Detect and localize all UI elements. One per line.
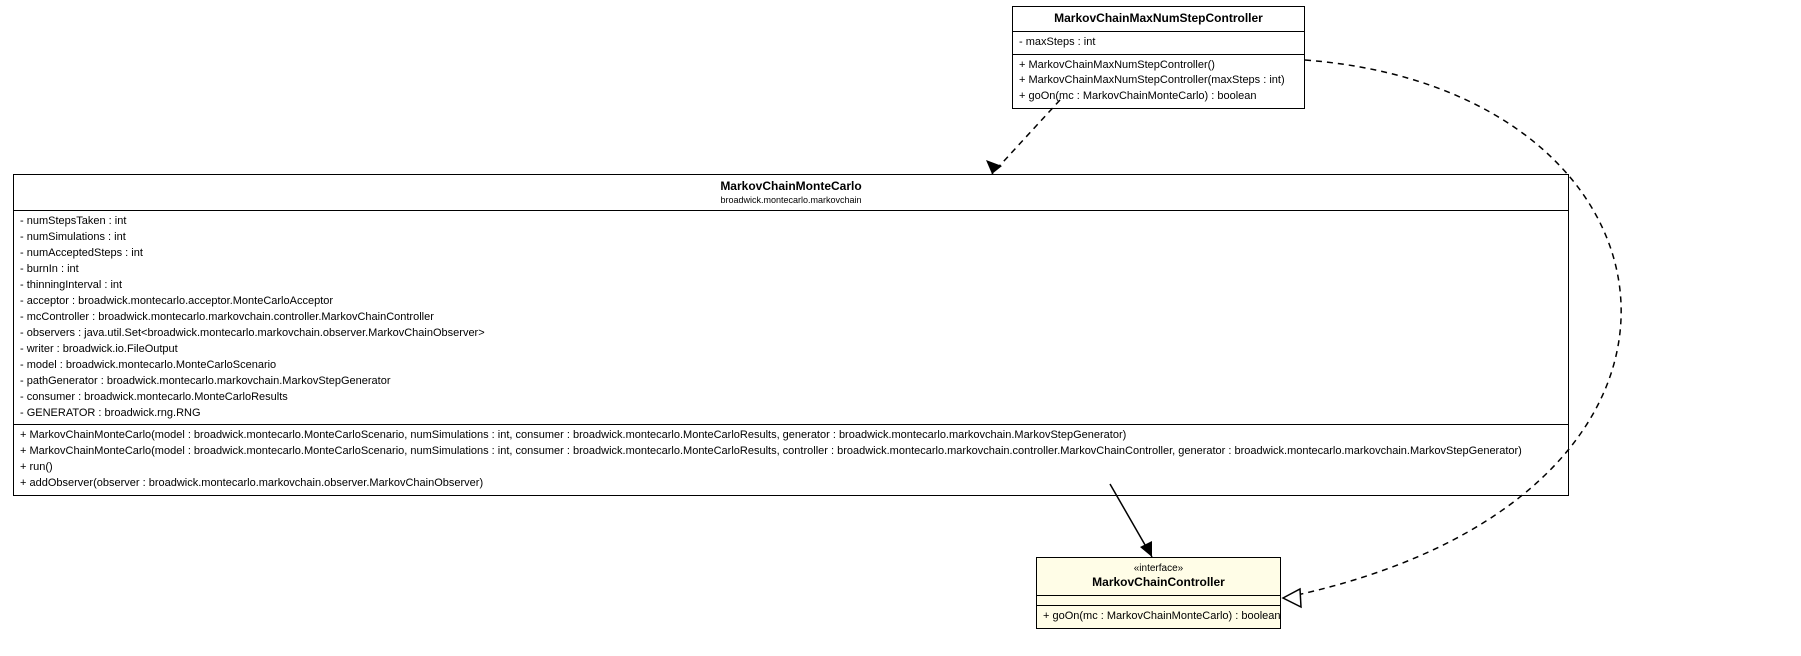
class-controller-header: «interface» MarkovChainController (1037, 558, 1280, 596)
attr-row: - writer : broadwick.io.FileOutput (20, 342, 1562, 358)
class-mcmc-ops: + MarkovChainMonteCarlo(model : broadwic… (14, 425, 1568, 495)
class-controller-stereo: «interface» (1045, 562, 1272, 575)
class-controller-ops: + goOn(mc : MarkovChainMonteCarlo) : boo… (1037, 606, 1280, 628)
class-controller-name: MarkovChainController (1045, 575, 1272, 591)
attr-row: - consumer : broadwick.montecarlo.MonteC… (20, 390, 1562, 406)
class-maxstep-ops: + MarkovChainMaxNumStepController() + Ma… (1013, 55, 1304, 109)
attr-row: - thinningInterval : int (20, 278, 1562, 294)
attr-row: - pathGenerator : broadwick.montecarlo.m… (20, 374, 1562, 390)
class-maxstep-header: MarkovChainMaxNumStepController (1013, 7, 1304, 32)
attr-row: - observers : java.util.Set<broadwick.mo… (20, 326, 1562, 342)
op-row: + MarkovChainMonteCarlo(model : broadwic… (20, 444, 1562, 460)
attr-row: - numAcceptedSteps : int (20, 246, 1562, 262)
attr-row: - maxSteps : int (1019, 35, 1298, 51)
op-row: + MarkovChainMaxNumStepController(maxSte… (1019, 73, 1298, 89)
class-maxstep-attrs: - maxSteps : int (1013, 32, 1304, 55)
class-maxstep-name: MarkovChainMaxNumStepController (1021, 11, 1296, 27)
class-mcmc: MarkovChainMonteCarlo broadwick.montecar… (13, 174, 1569, 496)
class-mcmc-pkg: broadwick.montecarlo.markovchain (22, 195, 1560, 207)
class-mcmc-name: MarkovChainMonteCarlo (22, 179, 1560, 195)
attr-row: - GENERATOR : broadwick.rng.RNG (20, 406, 1562, 422)
op-row: + goOn(mc : MarkovChainMonteCarlo) : boo… (1043, 609, 1274, 625)
class-controller: «interface» MarkovChainController + goOn… (1036, 557, 1281, 629)
op-row: + MarkovChainMonteCarlo(model : broadwic… (20, 428, 1562, 444)
attr-row: - acceptor : broadwick.montecarlo.accept… (20, 294, 1562, 310)
class-controller-attrs (1037, 596, 1280, 606)
op-row: + MarkovChainMaxNumStepController() (1019, 58, 1298, 74)
attr-row: - numSimulations : int (20, 230, 1562, 246)
attr-row: - model : broadwick.montecarlo.MonteCarl… (20, 358, 1562, 374)
attr-row: - burnIn : int (20, 262, 1562, 278)
attr-row: - numStepsTaken : int (20, 214, 1562, 230)
op-row: + addObserver(observer : broadwick.monte… (20, 476, 1562, 492)
op-row: + goOn(mc : MarkovChainMonteCarlo) : boo… (1019, 89, 1298, 105)
op-row: + run() (20, 460, 1562, 476)
attr-row: - mcController : broadwick.montecarlo.ma… (20, 310, 1562, 326)
class-mcmc-header: MarkovChainMonteCarlo broadwick.montecar… (14, 175, 1568, 211)
class-maxstep: MarkovChainMaxNumStepController - maxSte… (1012, 6, 1305, 109)
class-mcmc-attrs: - numStepsTaken : int - numSimulations :… (14, 211, 1568, 425)
